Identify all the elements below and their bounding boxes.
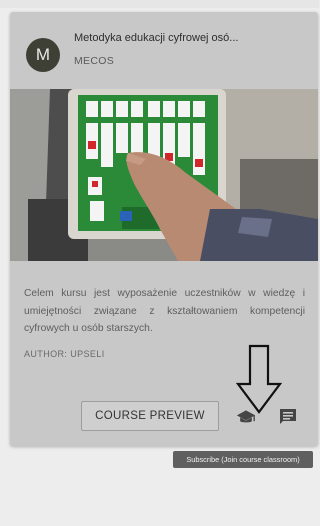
avatar: M	[26, 38, 60, 72]
course-organization: MECOS	[74, 55, 115, 67]
course-preview-button[interactable]: COURSE PREVIEW	[81, 401, 219, 431]
comment-icon	[280, 409, 296, 424]
course-author: AUTHOR: UPSELI	[24, 349, 105, 359]
page-top-strip	[0, 0, 319, 8]
course-description: Celem kursu jest wyposażenie uczestników…	[24, 288, 305, 334]
course-cover-image[interactable]	[10, 89, 318, 261]
course-card: M Metodyka edukacji cyfrowej osó... MECO…	[10, 12, 318, 446]
subscribe-tooltip: Subscribe (Join course classroom)	[173, 451, 313, 468]
comments-button[interactable]	[278, 408, 298, 426]
down-arrow-annotation	[236, 344, 282, 414]
school-icon	[236, 410, 256, 423]
course-title[interactable]: Metodyka edukacji cyfrowej osó...	[74, 32, 310, 44]
subscribe-button[interactable]	[236, 408, 256, 426]
